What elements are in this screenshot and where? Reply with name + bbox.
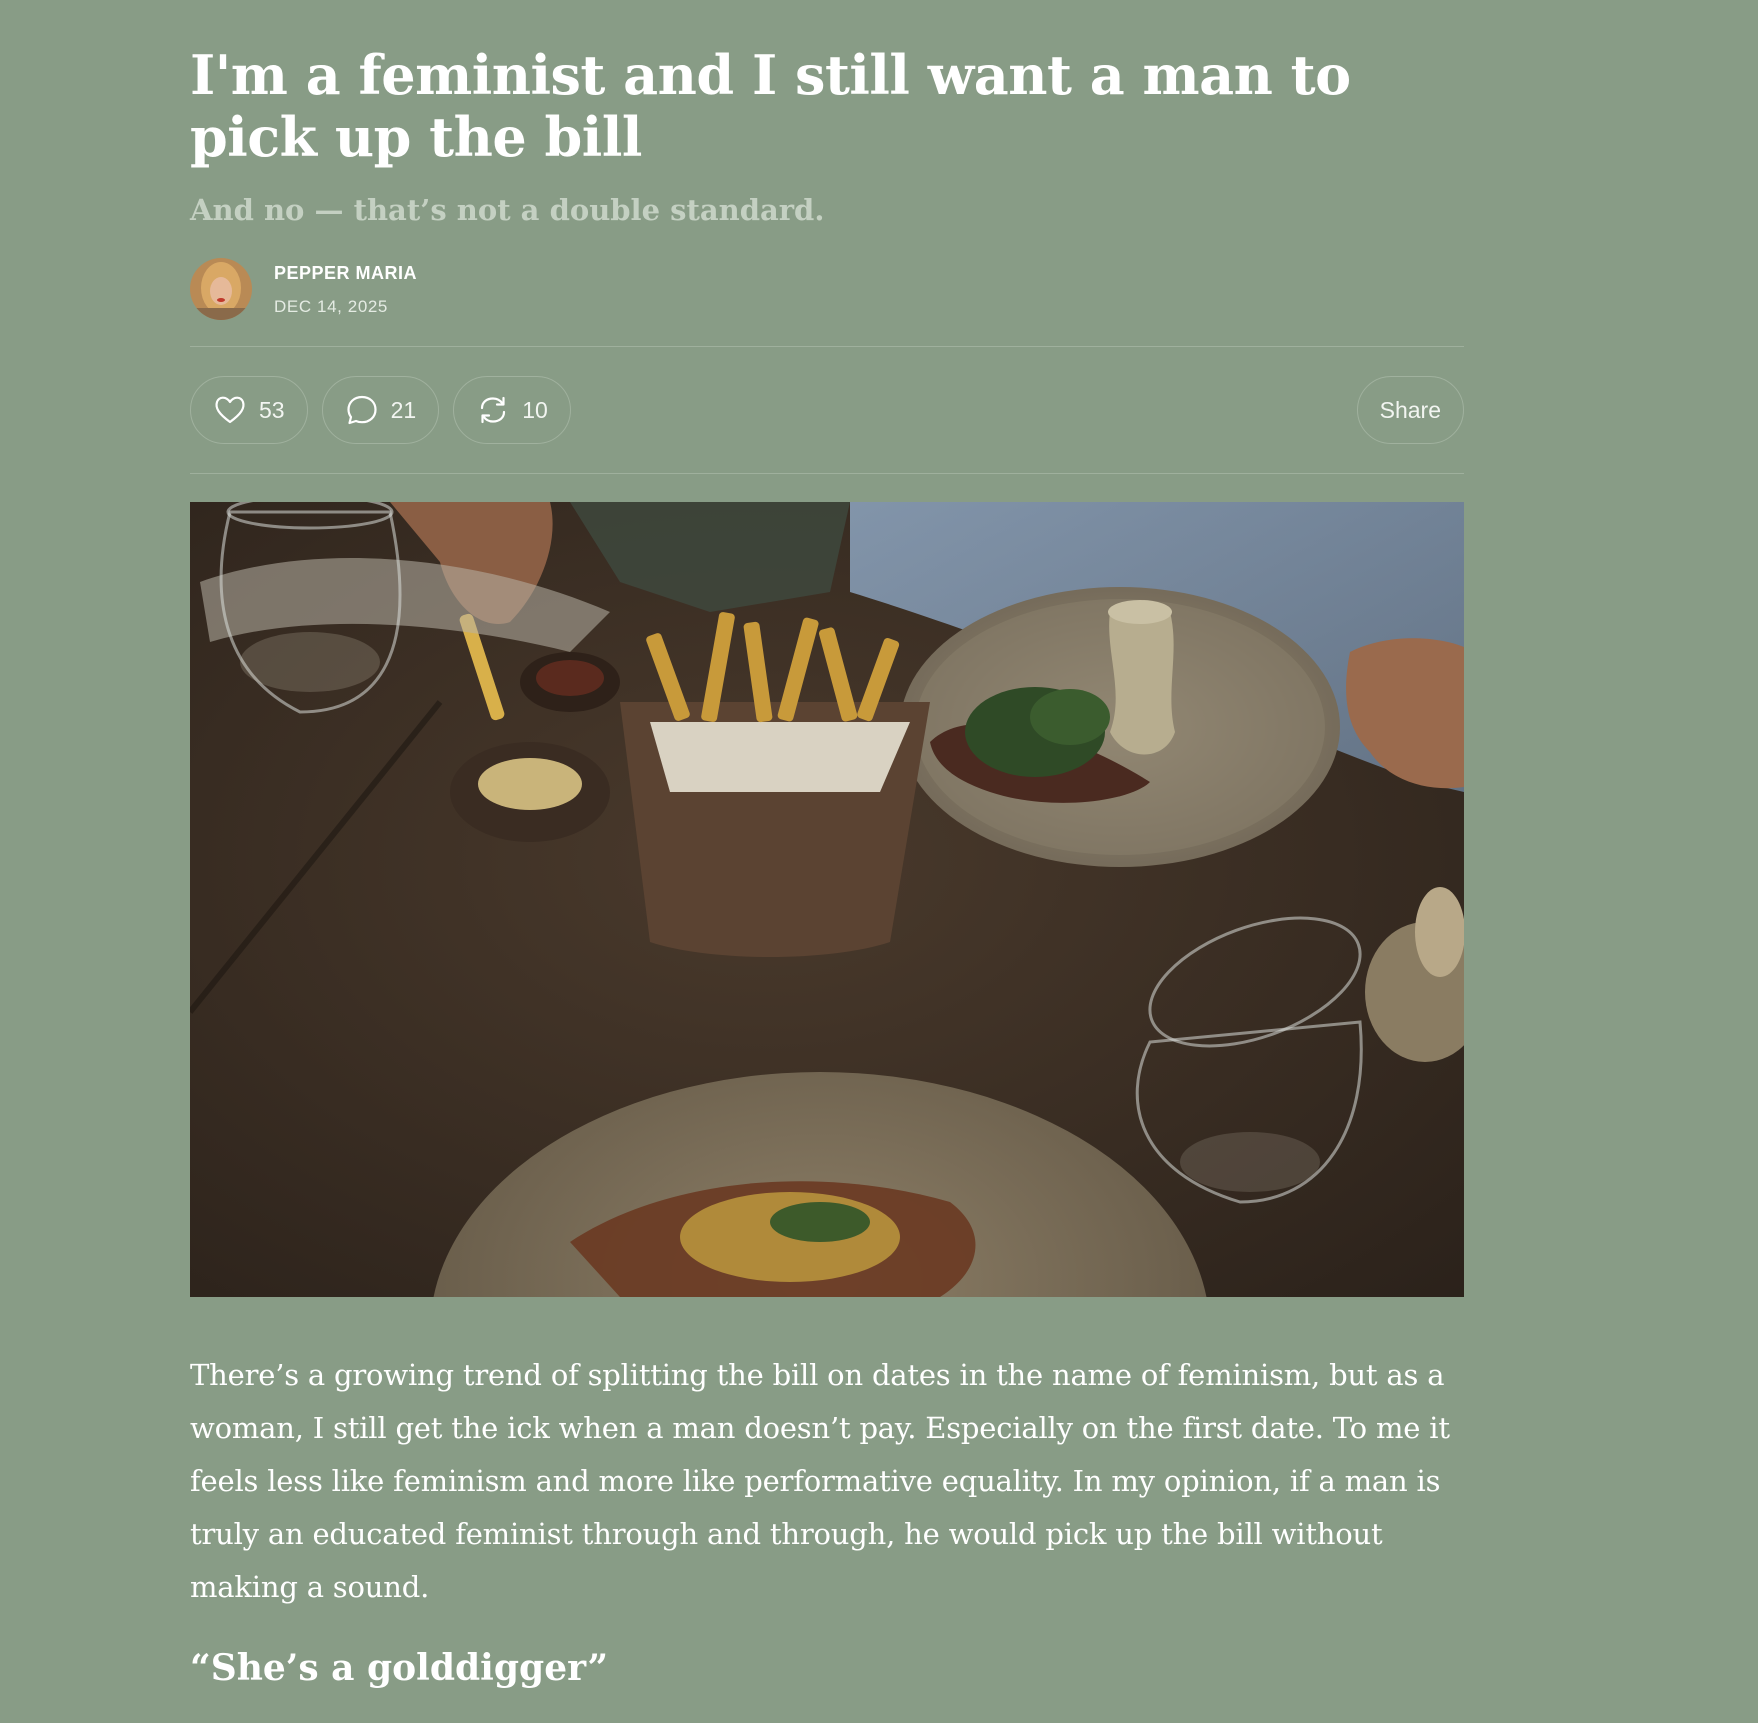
author-avatar[interactable] [190, 258, 252, 320]
post-subtitle: And no — that’s not a double standard. [190, 193, 825, 227]
restack-icon [481, 396, 506, 424]
comment-count: 21 [390, 396, 417, 423]
like-count: 53 [259, 396, 285, 423]
comment-bubble-icon [346, 395, 377, 425]
article: I'm a feminist and I still want a man to… [190, 0, 1464, 1692]
post-actions: 53 21 10 Share [190, 375, 1464, 445]
divider-bottom [190, 473, 1464, 474]
page: I'm a feminist and I still want a man to… [0, 0, 1758, 1723]
post-title: I'm a feminist and I still want a man to… [190, 43, 1351, 169]
avatar-image [190, 258, 252, 320]
author-name[interactable]: PEPPER MARIA [274, 261, 417, 285]
comment-button[interactable]: 21 [321, 376, 440, 444]
hero-image[interactable] [190, 502, 1464, 1297]
post-date: DEC 14, 2025 [274, 296, 388, 316]
section-heading-1: “She’s a golddigger” [190, 1647, 609, 1689]
like-button[interactable]: 53 [190, 376, 308, 444]
share-button[interactable]: Share [1356, 376, 1464, 444]
heart-icon [215, 396, 245, 424]
byline: PEPPER MARIA DEC 14, 2025 [190, 256, 1464, 322]
byline-text: PEPPER MARIA DEC 14, 2025 [274, 261, 417, 318]
paragraph-1: There’s a growing trend of splitting the… [190, 1358, 1450, 1604]
restack-button[interactable]: 10 [453, 376, 571, 444]
divider-top [190, 346, 1464, 347]
restack-count: 10 [522, 396, 548, 423]
share-label: Share [1379, 396, 1441, 423]
